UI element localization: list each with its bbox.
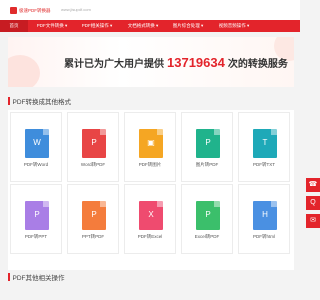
site-url: www.jisupdf.com [61, 7, 91, 12]
document-icon: P [82, 201, 106, 230]
document-icon: P [25, 201, 49, 230]
banner-prefix: 累计已为广大用户提供 [64, 59, 164, 70]
tool-label: PDF转PPT [24, 234, 48, 239]
tool-card-ppt-pdf[interactable]: P PPT转PDF [67, 184, 119, 254]
title-accent [8, 97, 10, 105]
file-type-glyph: W [33, 138, 41, 147]
logo-text: 极速PDF转换器 [19, 7, 51, 13]
section-title-text: PDF其他相关操作 [12, 275, 65, 282]
tool-card-pdf-html[interactable]: H PDF转html [238, 184, 290, 254]
section-title-convert: PDF转换成其他格式 [8, 95, 71, 107]
file-type-glyph: X [148, 210, 154, 219]
document-icon: X [139, 201, 163, 230]
site-logo[interactable]: 极速PDF转换器 [10, 6, 51, 15]
tool-label: PPT转PDF [81, 234, 105, 239]
file-type-glyph: ▣ [147, 138, 155, 147]
tool-label: PDF转Word [23, 162, 49, 167]
main-nav: 首页 PDF文件转换 ▾ PDF相关操作 ▾ 文档格式转换 ▾ 图片综合处理 ▾… [0, 20, 300, 32]
document-icon: H [253, 201, 277, 230]
tool-label: Excel转PDF [194, 234, 220, 239]
nav-item-media[interactable]: 视频音频操作 ▾ [212, 20, 256, 32]
banner-suffix: 次的转换服务 [227, 59, 288, 70]
nav-item-home[interactable]: 首页 [0, 20, 28, 32]
qq-icon[interactable]: Q [306, 196, 320, 210]
section-title-other: PDF其他相关操作 [8, 271, 65, 283]
tool-card-pdf-excel[interactable]: X PDF转Excel [124, 184, 176, 254]
tool-label: PDF转TXT [253, 162, 275, 167]
nav-item-doc-convert[interactable]: 文档格式转换 ▾ [121, 20, 165, 32]
top-header: 极速PDF转换器 www.jisupdf.com [0, 0, 300, 20]
tool-card-pdf-ppt[interactable]: P PDF转PPT [10, 184, 62, 254]
tool-label: Word转PDF [80, 162, 106, 167]
tool-label: PDF转图片 [138, 162, 162, 167]
mail-icon[interactable]: ✉ [306, 214, 320, 228]
file-type-glyph: H [262, 210, 268, 219]
tool-card-pdf-[interactable]: ▣ PDF转图片 [124, 112, 176, 182]
file-type-glyph: P [205, 138, 211, 147]
file-type-glyph: P [91, 210, 97, 219]
tool-label: PDF转Excel [137, 234, 163, 239]
document-icon: P [196, 201, 220, 230]
banner-stats: 累计已为广大用户提供 13719634 次的转换服务 [64, 55, 288, 70]
document-icon: P [82, 129, 106, 158]
document-icon: T [253, 129, 277, 158]
nav-item-pdf-ops[interactable]: PDF相关操作 ▾ [75, 20, 119, 32]
banner-decoration [8, 55, 40, 87]
tool-card--pdf[interactable]: P 图片转PDF [181, 112, 233, 182]
nav-item-image[interactable]: 图片综合处理 ▾ [166, 20, 210, 32]
nav-item-pdf-convert[interactable]: PDF文件转换 ▾ [30, 20, 74, 32]
tool-card-excel-pdf[interactable]: P Excel转PDF [181, 184, 233, 254]
file-type-glyph: P [205, 210, 211, 219]
section-title-text: PDF转换成其他格式 [12, 99, 72, 106]
tool-label: PDF转html [252, 234, 275, 239]
document-icon: ▣ [139, 129, 163, 158]
document-icon: W [25, 129, 49, 158]
tool-label: 图片转PDF [195, 162, 219, 167]
file-type-glyph: P [34, 210, 40, 219]
floating-toolbar: ☎ Q ✉ [306, 178, 320, 240]
service-banner: 累计已为广大用户提供 13719634 次的转换服务 [8, 37, 294, 87]
tool-card-pdf-word[interactable]: W PDF转Word [10, 112, 62, 182]
logo-mark-icon [10, 7, 17, 14]
banner-count: 13719634 [167, 55, 225, 70]
phone-icon[interactable]: ☎ [306, 178, 320, 192]
file-type-glyph: T [262, 138, 268, 147]
tool-card-pdf-txt[interactable]: T PDF转TXT [238, 112, 290, 182]
title-accent [8, 273, 10, 281]
document-icon: P [196, 129, 220, 158]
file-type-glyph: P [91, 138, 97, 147]
tool-card-word-pdf[interactable]: P Word转PDF [67, 112, 119, 182]
